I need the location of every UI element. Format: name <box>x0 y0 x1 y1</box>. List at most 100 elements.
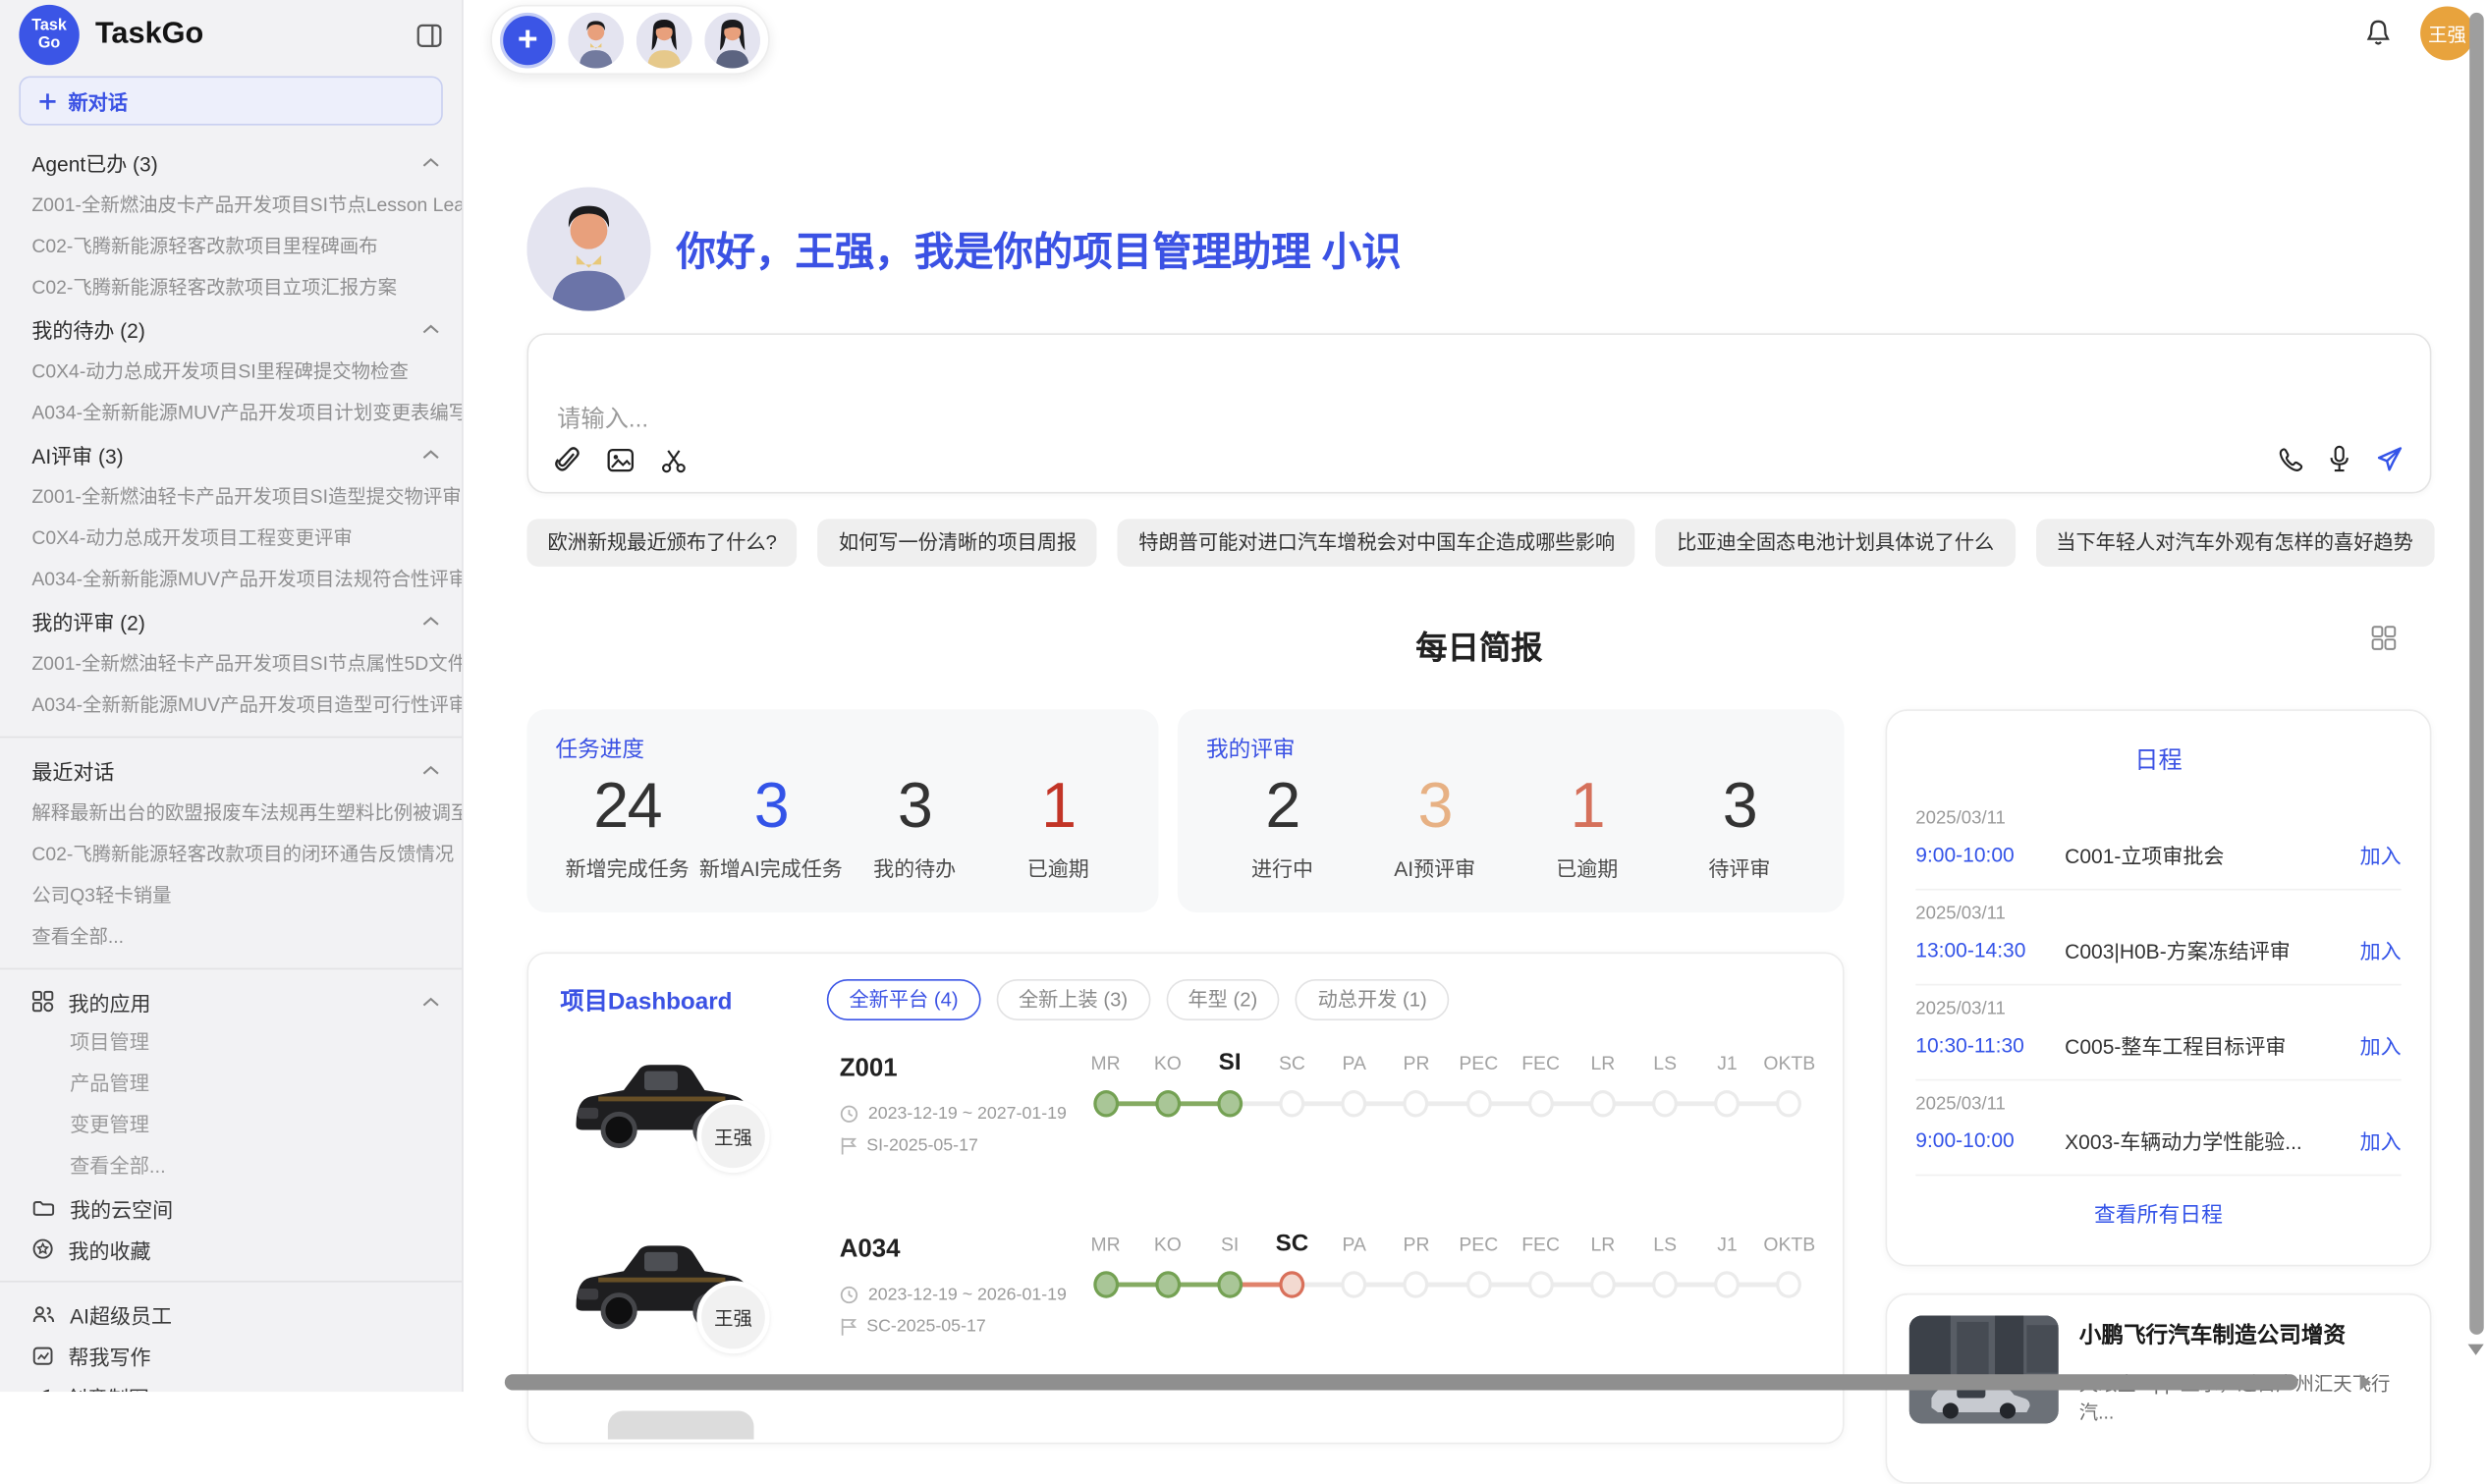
stat-value: 3 <box>699 771 843 843</box>
image-icon[interactable] <box>606 448 635 473</box>
milestone-label: SI <box>1198 1046 1260 1081</box>
sidebar-app-item[interactable]: 项目管理 <box>0 1022 462 1064</box>
view-all-schedule-link[interactable]: 查看所有日程 <box>1915 1196 2401 1228</box>
milestone-dot <box>1093 1090 1119 1117</box>
new-chat-button[interactable]: 新对话 <box>19 77 442 126</box>
agent-avatar-3[interactable] <box>704 12 760 68</box>
sidebar-conversation-item[interactable]: A034-全新新能源MUV产品开发项目计划变更表编写 <box>0 392 462 433</box>
briefing-columns: 任务进度24新增完成任务3新增AI完成任务3我的待办1已逾期我的评审2进行中3A… <box>526 709 2431 1484</box>
project-row: 王强A0342023-12-19 ~ 2026-01-19SC-2025-05-… <box>560 1227 1810 1382</box>
app-window: Task Go TaskGo 新对话 Agent已办 (3)Z001-全新燃油皮… <box>0 0 2487 1392</box>
milestone-dot <box>1715 1090 1741 1117</box>
schedule-item-row: 9:00-10:00X003-车辆动力学性能验...加入 <box>1915 1126 2401 1156</box>
favorites-label: 我的收藏 <box>68 1234 439 1264</box>
add-agent-button[interactable]: + <box>500 12 556 68</box>
dashboard-tab[interactable]: 年型 (2) <box>1166 979 1280 1020</box>
sidebar-recent-item[interactable]: 解释最新出台的欧盟报废车法规再生塑料比例被调至15%... <box>0 792 462 833</box>
horizontal-scrollbar[interactable] <box>505 1374 2298 1390</box>
layout-grid-icon[interactable] <box>2371 626 2397 651</box>
stat-card-reviews: 我的评审2进行中3AI预评审1已逾期3待评审 <box>1178 709 1845 912</box>
sidebar-conversation-item[interactable]: A034-全新新能源MUV产品开发项目法规符合性评审 <box>0 559 462 600</box>
sidebar-recent-item[interactable]: 公司Q3轻卡销量 <box>0 874 462 915</box>
sidebar-item-favorites[interactable]: 我的收藏 <box>0 1229 462 1270</box>
user-avatar[interactable]: 王强 <box>2420 6 2474 60</box>
join-button[interactable]: 加入 <box>2360 1030 2402 1061</box>
schedule-item: 2025/03/119:00-10:00X003-车辆动力学性能验...加入 <box>1915 1080 2401 1176</box>
stat-label: 新增AI完成任务 <box>699 852 843 883</box>
join-button[interactable]: 加入 <box>2360 935 2402 965</box>
schedule-date: 2025/03/11 <box>1915 809 2401 828</box>
sidebar-conversation-item[interactable]: C02-飞腾新能源轻客改款项目立项汇报方案 <box>0 266 462 307</box>
help-write-label: 帮我写作 <box>68 1341 439 1371</box>
sidebar-item-my-apps[interactable]: 我的应用 <box>0 981 462 1022</box>
sidebar-section-header-1[interactable]: 我的待办 (2) <box>0 307 462 351</box>
sidebar-section-header-3[interactable]: 我的评审 (2) <box>0 600 462 643</box>
sidebar-conversation-item[interactable]: C02-飞腾新能源轻客改款项目里程碑画布 <box>0 225 462 266</box>
agent-avatar-1[interactable] <box>568 12 624 68</box>
sidebar-conversation-item[interactable]: C0X4-动力总成开发项目工程变更评审 <box>0 518 462 559</box>
agent-avatar-2[interactable] <box>636 12 692 68</box>
favorites-badge-icon <box>31 1237 54 1260</box>
sidebar-app-item[interactable]: 查看全部... <box>0 1146 462 1187</box>
cloud-folder-icon <box>31 1197 55 1218</box>
project-date-range: 2023-12-19 ~ 2027-01-19 <box>840 1105 1067 1124</box>
chat-input[interactable]: 请输入... <box>526 333 2431 493</box>
scroll-right-arrow[interactable] <box>2360 1374 2371 1390</box>
sidebar-conversation-item[interactable]: C0X4-动力总成开发项目SI里程碑提交物检查 <box>0 351 462 392</box>
stat-card-title: 任务进度 <box>556 733 1131 764</box>
milestone-dot <box>1715 1271 1741 1297</box>
stat-label: 已逾期 <box>986 852 1130 883</box>
sidebar-item-cloud-space[interactable]: 我的云空间 <box>0 1187 462 1229</box>
scroll-down-arrow[interactable] <box>2468 1345 2484 1355</box>
sidebar-conversation-item[interactable]: Z001-全新燃油皮卡产品开发项目SI节点Lesson Learn报告 <box>0 184 462 225</box>
phone-call-icon[interactable] <box>2278 446 2304 472</box>
send-icon[interactable] <box>2374 444 2404 474</box>
topbar-right: 王强 <box>2363 6 2474 60</box>
sidebar-item-ai-staff[interactable]: AI超级员工 <box>0 1293 462 1335</box>
suggestion-chip[interactable]: 当下年轻人对汽车外观有怎样的喜好趋势 <box>2035 519 2434 566</box>
schedule-name: C001-立项审批会 <box>2065 840 2360 870</box>
sidebar-conversation-item[interactable]: A034-全新新能源MUV产品开发项目造型可行性评审 <box>0 684 462 725</box>
agent-switcher: + <box>490 5 769 75</box>
news-title: 小鹏飞行汽车制造公司增资 <box>2079 1319 2407 1350</box>
dashboard-tab[interactable]: 全新平台 (4) <box>827 979 980 1020</box>
notification-bell-icon[interactable] <box>2363 18 2394 49</box>
sidebar-recent-item[interactable]: C02-飞腾新能源轻客改款项目的闭环通告反馈情况 <box>0 833 462 874</box>
dashboard-tab[interactable]: 全新上装 (3) <box>996 979 1149 1020</box>
project-list: 王强Z0012023-12-19 ~ 2027-01-19SI-2025-05-… <box>560 1046 1810 1383</box>
chat-input-placeholder: 请输入... <box>557 402 648 435</box>
sidebar-item-help-write[interactable]: 帮我写作 <box>0 1335 462 1376</box>
milestone-dot <box>1342 1271 1367 1297</box>
sidebar-recent-item[interactable]: 查看全部... <box>0 915 462 957</box>
sidebar-app-item[interactable]: 产品管理 <box>0 1064 462 1105</box>
sidebar-section-header-2[interactable]: AI评审 (3) <box>0 433 462 476</box>
vertical-scrollbar[interactable] <box>2469 13 2484 1335</box>
sidebar-item-creative-draw[interactable]: 创意制图 <box>0 1376 462 1392</box>
suggestion-chip[interactable]: 比亚迪全固态电池计划具体说了什么 <box>1656 519 2015 566</box>
sidebar-conversation-item[interactable]: Z001-全新燃油轻卡产品开发项目SI造型提交物评审 <box>0 476 462 518</box>
suggestion-chip[interactable]: 特朗普可能对进口汽车增税会对中国车企造成哪些影响 <box>1118 519 1635 566</box>
paperclip-icon[interactable] <box>554 446 580 474</box>
schedule-item-row: 10:30-11:30C005-整车工程目标评审加入 <box>1915 1030 2401 1061</box>
recent-title: 最近对话 <box>31 755 421 786</box>
microphone-icon[interactable] <box>2328 444 2350 474</box>
milestone-label: PR <box>1385 1227 1447 1262</box>
sidebar-recent-header[interactable]: 最近对话 <box>0 749 462 793</box>
assistant-avatar <box>526 188 650 311</box>
sidebar-collapse-icon[interactable] <box>415 22 442 48</box>
join-button[interactable]: 加入 <box>2360 1126 2402 1156</box>
stat-label: 已逾期 <box>1511 852 1663 883</box>
suggestion-chip[interactable]: 欧洲新规最近颁布了什么? <box>526 519 797 566</box>
schedule-name: X003-车辆动力学性能验... <box>2065 1126 2360 1156</box>
join-button[interactable]: 加入 <box>2360 840 2402 870</box>
sidebar-section-header-0[interactable]: Agent已办 (3) <box>0 141 462 185</box>
dashboard-tab[interactable]: 动总开发 (1) <box>1296 979 1449 1020</box>
sidebar-app-item[interactable]: 变更管理 <box>0 1105 462 1146</box>
ai-staff-label: AI超级员工 <box>70 1299 439 1330</box>
scissors-icon[interactable] <box>660 447 687 473</box>
suggestion-chip[interactable]: 如何写一份清晰的项目周报 <box>818 519 1097 566</box>
schedule-item: 2025/03/1113:00-14:30C003|H0B-方案冻结评审加入 <box>1915 890 2401 985</box>
project-dates-text: 2023-12-19 ~ 2027-01-19 <box>868 1105 1067 1124</box>
schedule-name: C005-整车工程目标评审 <box>2065 1030 2360 1061</box>
sidebar-conversation-item[interactable]: Z001-全新燃油轻卡产品开发项目SI节点属性5D文件评审 <box>0 642 462 684</box>
